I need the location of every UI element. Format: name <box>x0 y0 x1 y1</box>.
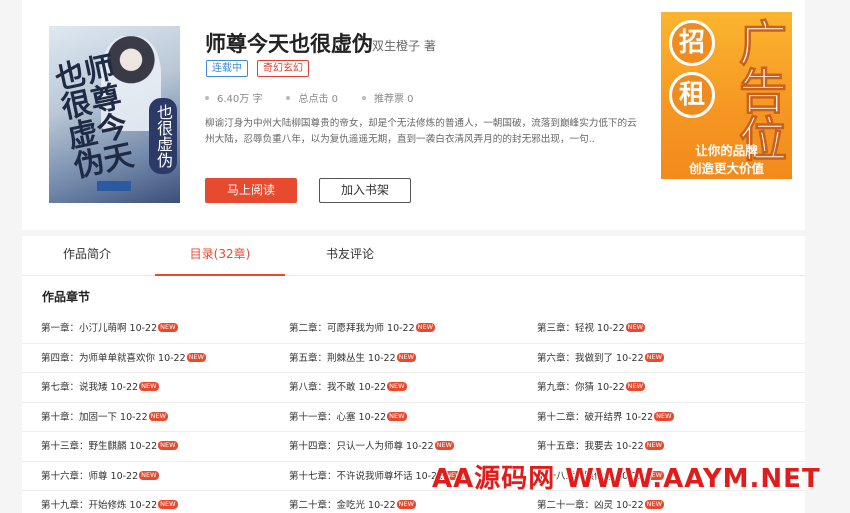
chapter-title: 第二章：可愿拜我为师 10-22 <box>289 323 415 334</box>
chapter-link[interactable]: 第三章：轻视 10-22 NEW <box>537 314 646 343</box>
chapter-title: 第十四章：只认一人为师尊 10-22 <box>289 441 434 452</box>
dot-icon <box>362 95 366 100</box>
tab-catalog[interactable]: 目录(32章) <box>155 236 285 276</box>
chapter-title: 第十三章：野生麒麟 10-22 <box>41 441 158 452</box>
chapter-link[interactable]: 第十六章：师尊 10-22 NEW <box>41 462 159 491</box>
total-clicks-value: 总点击 0 <box>298 94 338 105</box>
new-badge: NEW <box>158 323 178 332</box>
dot-icon <box>286 95 291 100</box>
ad-slogan-2: 创造更大价值 <box>688 161 764 176</box>
new-badge: NEW <box>158 500 178 509</box>
cover-subtitle: 也很虚伪 <box>149 98 177 174</box>
chapter-title: 第十六章：师尊 10-22 <box>41 470 139 482</box>
chapter-title: 第六章：我做到了 10-22 <box>537 352 644 364</box>
chapter-link[interactable]: 第十章：加固一下 10-22 NEW <box>41 403 169 432</box>
page: 师尊今天也很虚伪 也很虚伪 师尊今天也很虚伪 双生橙子 著 连载中 奇幻玄幻 6… <box>0 0 850 513</box>
chapter-title: 第二十章：金吃光 10-22 <box>289 500 396 511</box>
ad-char-2: 租 <box>669 72 715 118</box>
chapter-title: 第七章：说我矮 10-22 <box>41 382 139 393</box>
new-badge: NEW <box>186 352 207 362</box>
book-author[interactable]: 双生橙子 著 <box>372 37 436 54</box>
chapter-title: 第五章：荆棘丛生 10-22 <box>289 352 396 364</box>
chapter-link[interactable]: 第二十章：金吃光 10-22 NEW <box>289 491 417 513</box>
chapter-link[interactable]: 第八章：我不敢 10-22 NEW <box>289 373 407 402</box>
new-badge: NEW <box>158 441 178 450</box>
chapter-row: 第四章：为师单单就喜欢你 10-22 NEW 第五章：荆棘丛生 10-22 NEW 第六… <box>22 344 805 373</box>
book-cover[interactable]: 师尊今天也很虚伪 也很虚伪 <box>49 26 180 203</box>
add-to-shelf-button[interactable]: 加入书架 <box>319 178 411 203</box>
new-badge: NEW <box>625 382 646 391</box>
chapter-title: 第三章：轻视 10-22 <box>537 323 625 334</box>
watermark: AA源码网 WWW.AAYM.NET <box>431 463 821 495</box>
chapter-title: 第十章：加固一下 10-22 <box>41 411 148 423</box>
tab-intro[interactable]: 作品简介 <box>55 236 119 276</box>
chapter-link[interactable]: 第十一章：心塞 10-22 NEW <box>289 403 407 432</box>
chapter-row: 第七章：说我矮 10-22 NEW 第八章：我不敢 10-22 NEW 第九章：你猜 1… <box>22 373 805 403</box>
chapter-link[interactable]: 第十四章：只认一人为师尊 10-22 NEW <box>289 432 455 461</box>
word-count: 6.40万 字 <box>205 90 262 105</box>
new-badge: NEW <box>434 441 455 450</box>
new-badge: NEW <box>148 411 169 421</box>
dot-icon <box>205 95 209 100</box>
chapter-title: 第十二章：破开结界 10-22 <box>537 411 654 423</box>
chapter-link[interactable]: 第十二章：破开结界 10-22 NEW <box>537 403 674 432</box>
new-badge: NEW <box>415 323 436 332</box>
ad-banner[interactable]: 招 租 广告位 让你的品牌 创造更大价值 <box>661 12 792 179</box>
new-badge: NEW <box>644 500 665 509</box>
section-title: 作品章节 <box>42 290 91 304</box>
new-badge: NEW <box>625 323 646 332</box>
chapter-title: 第一章：小汀儿萌啊 10-22 <box>41 323 158 334</box>
chapter-link[interactable]: 第二章：可愿拜我为师 10-22 NEW <box>289 314 436 343</box>
book-stats: 6.40万 字 总点击 0 推荐票 0 <box>205 90 438 105</box>
new-badge: NEW <box>644 441 665 450</box>
ad-char-1: 招 <box>669 20 715 66</box>
total-clicks: 总点击 0 <box>286 90 338 105</box>
read-now-button[interactable]: 马上阅读 <box>205 178 297 203</box>
new-badge: NEW <box>396 500 417 509</box>
chapter-link[interactable]: 第五章：荆棘丛生 10-22 NEW <box>289 344 417 373</box>
genre-tag[interactable]: 奇幻玄幻 <box>257 60 309 77</box>
chapter-title: 第四章：为师单单就喜欢你 10-22 <box>41 352 186 364</box>
chapter-link[interactable]: 第九章：你猜 10-22 NEW <box>537 373 646 402</box>
book-intro: 柳谕汀身为中州大陆柳国尊贵的帝女，却是个无法修炼的普通人，一朝国破，流落到巅峰实… <box>205 118 637 145</box>
chapter-link[interactable]: 第十九章：开始修炼 10-22 NEW <box>41 491 178 513</box>
new-badge: NEW <box>387 411 407 421</box>
publisher-mark <box>97 181 131 191</box>
chapter-title: 第十九章：开始修炼 10-22 <box>41 500 158 511</box>
chapter-title: 第十一章：心塞 10-22 <box>289 411 387 423</box>
chapter-title: 第二十一章：凶灵 10-22 <box>537 500 644 511</box>
new-badge: NEW <box>387 382 407 391</box>
tab-bar: 作品简介 目录(32章) 书友评论 <box>22 236 805 276</box>
recommend-votes-value: 推荐票 0 <box>374 94 414 105</box>
new-badge: NEW <box>644 352 665 362</box>
chapter-title: 第十五章：我要去 10-22 <box>537 441 644 452</box>
chapter-link[interactable]: 第十三章：野生麒麟 10-22 NEW <box>41 432 178 461</box>
word-count-value: 6.40万 字 <box>217 94 263 105</box>
chapter-title: 第八章：我不敢 10-22 <box>289 382 387 393</box>
new-badge: NEW <box>139 382 159 391</box>
chapter-link[interactable]: 第四章：为师单单就喜欢你 10-22 NEW <box>41 344 207 373</box>
chapter-link[interactable]: 第七章：说我矮 10-22 NEW <box>41 373 159 402</box>
new-badge: NEW <box>139 470 159 480</box>
chapter-link[interactable]: 第一章：小汀儿萌啊 10-22 NEW <box>41 314 178 343</box>
book-title: 师尊今天也很虚伪 <box>205 32 373 56</box>
status-badge: 连载中 <box>206 60 248 77</box>
new-badge: NEW <box>396 352 417 362</box>
new-badge: NEW <box>654 411 674 421</box>
tab-comments[interactable]: 书友评论 <box>318 236 382 276</box>
chapter-row: 第一章：小汀儿萌啊 10-22 NEW 第二章：可愿拜我为师 10-22 NEW 第三章… <box>22 314 805 344</box>
chapter-link[interactable]: 第十五章：我要去 10-22 NEW <box>537 432 665 461</box>
chapter-title: 第十七章：不许说我师尊坏话 10-22 <box>289 470 444 482</box>
ad-slogan-1: 让你的品牌 <box>695 143 758 158</box>
recommend-votes: 推荐票 0 <box>362 90 414 105</box>
chapter-title: 第九章：你猜 10-22 <box>537 382 625 393</box>
chapter-row: 第十章：加固一下 10-22 NEW 第十一章：心塞 10-22 NEW 第十二章：破开… <box>22 403 805 432</box>
chapter-link[interactable]: 第六章：我做到了 10-22 NEW <box>537 344 665 373</box>
